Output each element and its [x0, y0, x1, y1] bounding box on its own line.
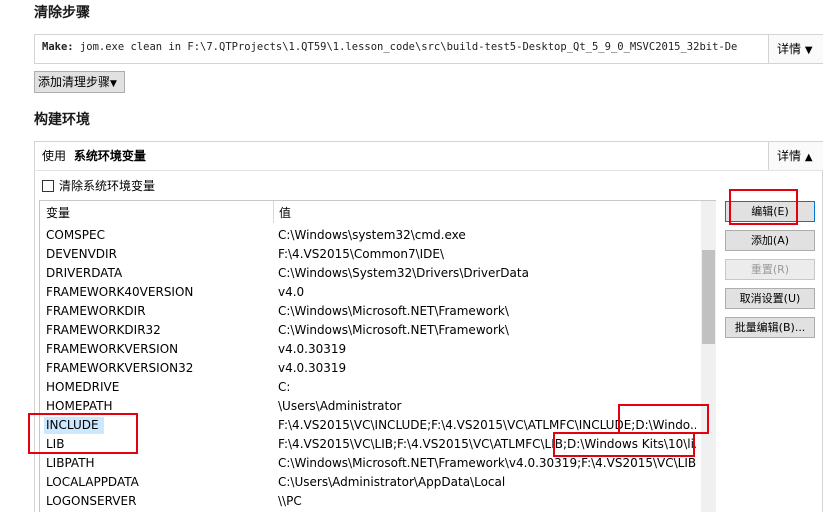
env-details-button[interactable]: 详情 ▲	[768, 142, 823, 170]
table-row-value[interactable]: F:\4.VS2015\Common7\IDE\	[278, 245, 696, 264]
annotation-box-include-lib	[28, 413, 138, 454]
clean-details-button[interactable]: 详情 ▼	[768, 35, 823, 63]
table-row-name[interactable]: HOMEDRIVE	[46, 378, 272, 397]
clean-step-command[interactable]: Make: jom.exe clean in F:\7.QTProjects\1…	[42, 41, 752, 57]
table-row-name[interactable]: FRAMEWORKDIR	[46, 302, 272, 321]
table-row-name[interactable]: FRAMEWORKVERSION32	[46, 359, 272, 378]
column-divider[interactable]	[273, 201, 274, 223]
table-row-value[interactable]: C:\Windows\Microsoft.NET\Framework\	[278, 321, 696, 340]
table-scrollbar-thumb[interactable]	[702, 250, 715, 344]
dropdown-arrow-icon: ▼	[110, 79, 117, 89]
clear-system-env-checkbox-row[interactable]: 清除系统环境变量	[42, 179, 155, 193]
table-row-value[interactable]: v4.0.30319	[278, 359, 696, 378]
clean-steps-title: 清除步骤	[34, 5, 90, 21]
add-button[interactable]: 添加(A)	[725, 230, 815, 251]
make-command-text: jom.exe clean in F:\7.QTProjects\1.QT59\…	[73, 41, 738, 53]
table-row-name[interactable]: LIBPATH	[46, 454, 272, 473]
table-row-value[interactable]: v4.0.30319	[278, 340, 696, 359]
build-env-header	[34, 141, 823, 171]
env-summary: 使用 系统环境变量	[42, 147, 146, 164]
make-label: Make:	[42, 41, 74, 53]
unset-button[interactable]: 取消设置(U)	[725, 288, 815, 309]
details-label: 详情	[777, 42, 802, 56]
table-row-name[interactable]: LOCALAPPDATA	[46, 473, 272, 492]
column-header-value[interactable]: 值	[279, 202, 291, 224]
chevron-down-icon: ▼	[804, 45, 813, 56]
table-row-value[interactable]: v4.0	[278, 283, 696, 302]
table-row-value[interactable]: C:\Users\Administrator\AppData\Local	[278, 473, 696, 492]
build-env-title: 构建环境	[34, 112, 90, 128]
table-row-name[interactable]: FRAMEWORK40VERSION	[46, 283, 272, 302]
table-scrollbar[interactable]	[701, 201, 716, 512]
table-row-name[interactable]: COMSPEC	[46, 226, 272, 245]
table-row-value[interactable]: C:\Windows\system32\cmd.exe	[278, 226, 696, 245]
batch-edit-button[interactable]: 批量编辑(B)...	[725, 317, 815, 338]
table-row-value[interactable]: C:\Windows\Microsoft.NET\Framework\	[278, 302, 696, 321]
add-clean-step-label: 添加清理步骤	[38, 75, 111, 89]
use-label: 使用	[42, 149, 67, 163]
details-label: 详情	[777, 149, 802, 163]
table-row-name[interactable]: FRAMEWORKDIR32	[46, 321, 272, 340]
clear-system-env-checkbox[interactable]	[42, 180, 54, 192]
annotation-box-edit	[729, 189, 798, 225]
column-header-variable[interactable]: 变量	[46, 202, 70, 224]
clear-system-env-label: 清除系统环境变量	[59, 179, 156, 193]
table-row-name[interactable]: DRIVERDATA	[46, 264, 272, 283]
table-row-name[interactable]: DEVENVDIR	[46, 245, 272, 264]
reset-button[interactable]: 重置(R)	[725, 259, 815, 280]
add-clean-step-button[interactable]: 添加清理步骤▼	[34, 71, 125, 93]
annotation-box-include-value	[618, 404, 709, 434]
table-row-name[interactable]: LOGONSERVER	[46, 492, 272, 511]
table-row-value[interactable]: \\PC	[278, 492, 696, 511]
chevron-up-icon: ▲	[804, 152, 813, 163]
table-row-value[interactable]: C:\Windows\System32\Drivers\DriverData	[278, 264, 696, 283]
env-name: 系统环境变量	[73, 149, 146, 163]
annotation-box-lib-value	[553, 432, 695, 457]
table-row-name[interactable]: FRAMEWORKVERSION	[46, 340, 272, 359]
table-row-value[interactable]: C:	[278, 378, 696, 397]
